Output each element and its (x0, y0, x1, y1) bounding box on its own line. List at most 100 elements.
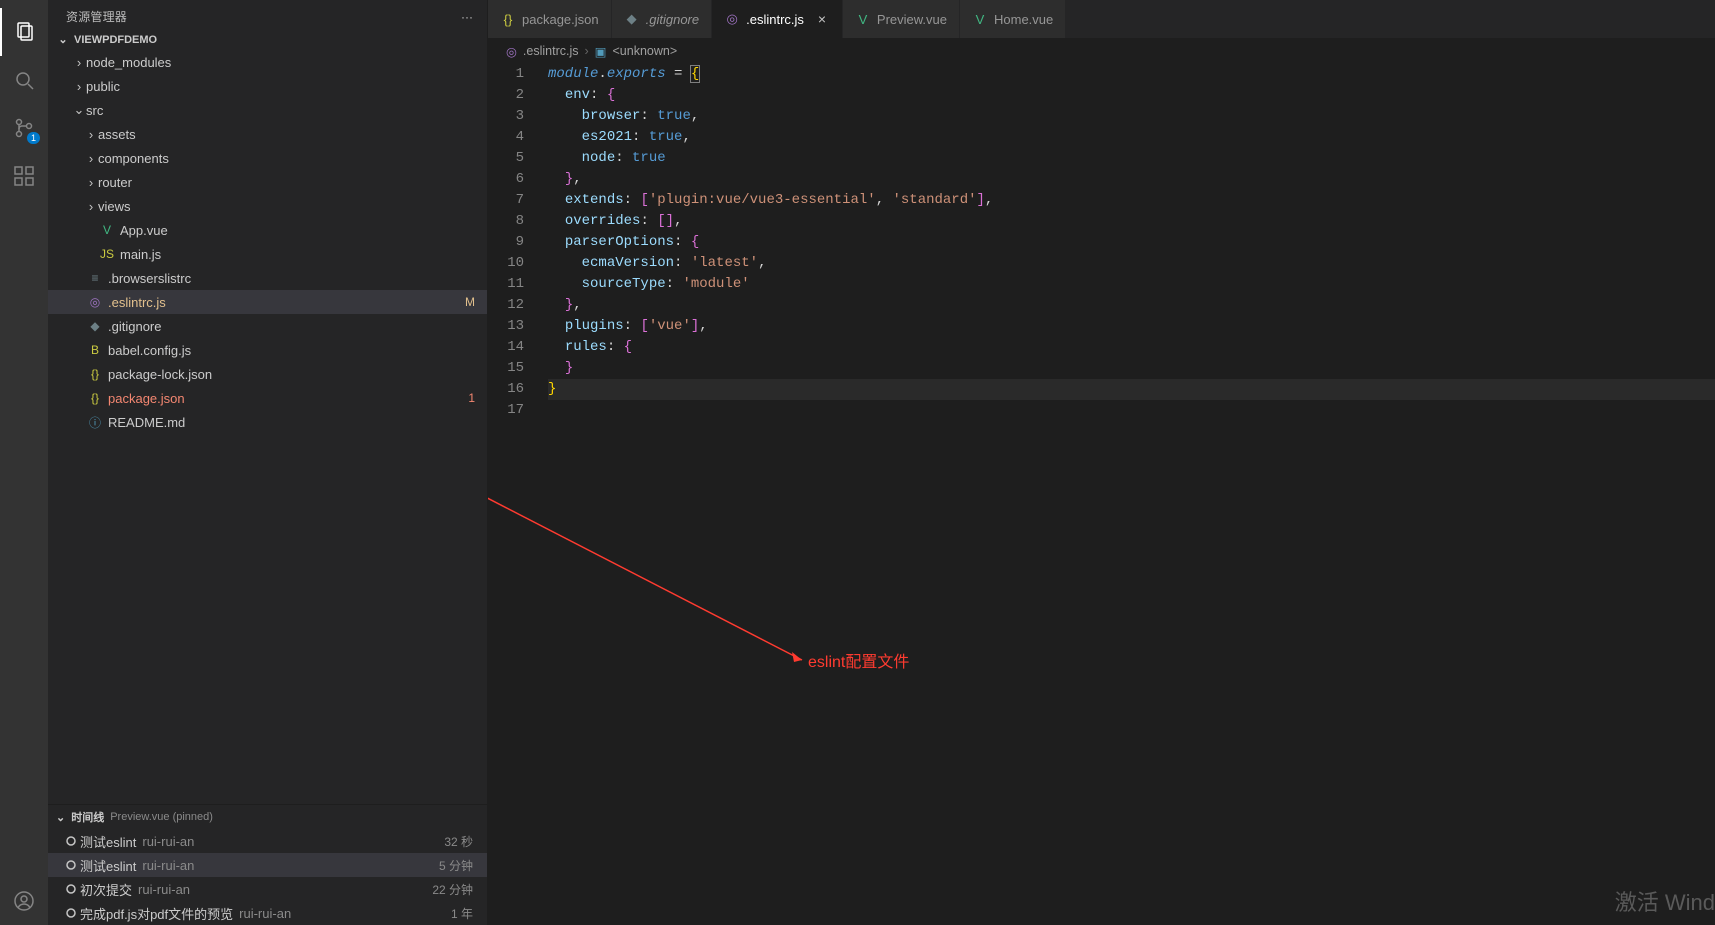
code-line: node: true (548, 148, 1715, 169)
git-decoration: M (465, 295, 475, 309)
folder-row[interactable]: ›node_modules (48, 50, 487, 74)
timeline-title: 时间线 (71, 809, 104, 825)
file-row[interactable]: JSmain.js (48, 242, 487, 266)
folder-row[interactable]: ⌄src (48, 98, 487, 122)
file-row[interactable]: ≡.browserslistrc (48, 266, 487, 290)
tab-label: Home.vue (994, 12, 1053, 27)
sidebar-title: 资源管理器 (66, 8, 127, 25)
timeline-list: 测试eslintrui-rui-an32 秒测试eslintrui-rui-an… (48, 829, 487, 925)
tree-label: .eslintrc.js (108, 295, 487, 310)
commit-msg: 测试eslint (80, 832, 136, 851)
watermark: 激活 Wind (1615, 885, 1715, 917)
tree-label: README.md (108, 415, 487, 430)
commit-msg: 完成pdf.js对pdf文件的预览 (80, 904, 233, 923)
breadcrumbs[interactable]: ◎ .eslintrc.js › ▣ <unknown> (488, 38, 1715, 64)
line-number: 17 (488, 400, 534, 421)
line-number: 1 (488, 64, 534, 85)
editor-tab[interactable]: V Home.vue (960, 0, 1066, 38)
folder-row[interactable]: ›public (48, 74, 487, 98)
breadcrumb-separator: › (585, 44, 589, 58)
explorer-icon[interactable] (0, 8, 48, 56)
line-gutter: 1234567891011121314151617 (488, 64, 534, 421)
code-line: env: { (548, 85, 1715, 106)
code-line: ecmaVersion: 'latest', (548, 253, 1715, 274)
file-row[interactable]: VApp.vue (48, 218, 487, 242)
editor-tab[interactable]: ◎.eslintrc.js× (712, 0, 843, 38)
timeline-header[interactable]: ⌄ 时间线 Preview.vue (pinned) (48, 804, 487, 829)
search-icon[interactable] (0, 56, 48, 104)
accounts-icon[interactable] (0, 877, 48, 925)
editor-tab[interactable]: V Preview.vue (843, 0, 960, 38)
chevron-right-icon: › (72, 55, 86, 70)
timeline-item[interactable]: 初次提交rui-rui-an22 分钟 (48, 877, 487, 901)
file-row[interactable]: Bbabel.config.js (48, 338, 487, 362)
tab-label: Preview.vue (877, 12, 947, 27)
line-number: 2 (488, 85, 534, 106)
tree-label: assets (98, 127, 487, 142)
tree-label: public (86, 79, 487, 94)
file-row[interactable]: {} package-lock.json (48, 362, 487, 386)
code-line: plugins: ['vue'], (548, 316, 1715, 337)
timeline-item[interactable]: 测试eslintrui-rui-an5 分钟 (48, 853, 487, 877)
code-line: }, (548, 169, 1715, 190)
commit-icon (62, 859, 80, 871)
chevron-right-icon: › (84, 127, 98, 142)
editor-tab[interactable]: {}package.json (488, 0, 612, 38)
annotation-label: eslint配置文件 (808, 648, 909, 672)
tree-label: babel.config.js (108, 343, 487, 358)
project-title[interactable]: ⌄ VIEWPDFDEMO (48, 29, 487, 50)
tab-label: .eslintrc.js (746, 12, 804, 27)
tree-label: src (86, 103, 487, 118)
folder-row[interactable]: ›views (48, 194, 487, 218)
file-icon: V (972, 12, 988, 27)
commit-time: 1 年 (451, 905, 473, 922)
commit-msg: 初次提交 (80, 880, 132, 899)
sidebar-header: 资源管理器 ··· (48, 0, 487, 29)
line-number: 5 (488, 148, 534, 169)
file-icon: ◎ (86, 295, 104, 309)
commit-icon (62, 883, 80, 895)
git-decoration: 1 (468, 391, 475, 405)
tree-label: components (98, 151, 487, 166)
code-line: browser: true, (548, 106, 1715, 127)
editor-tab[interactable]: ◆.gitignore (612, 0, 712, 38)
file-icon: {} (86, 367, 104, 381)
line-number: 6 (488, 169, 534, 190)
chevron-down-icon: ⌄ (56, 33, 70, 46)
tree-label: node_modules (86, 55, 487, 70)
extensions-icon[interactable] (0, 152, 48, 200)
file-icon: V (855, 12, 871, 27)
folder-row[interactable]: ›assets (48, 122, 487, 146)
line-number: 16 (488, 379, 534, 400)
file-row[interactable]: ◎ .eslintrc.jsM (48, 290, 487, 314)
close-icon[interactable]: × (814, 11, 830, 27)
file-icon: {} (86, 391, 104, 405)
file-row[interactable]: ◆.gitignore (48, 314, 487, 338)
more-actions-icon[interactable]: ··· (461, 10, 473, 24)
line-number: 11 (488, 274, 534, 295)
line-number: 9 (488, 232, 534, 253)
timeline-item[interactable]: 完成pdf.js对pdf文件的预览rui-rui-an1 年 (48, 901, 487, 925)
commit-author: rui-rui-an (142, 858, 194, 873)
commit-icon (62, 907, 80, 919)
source-control-icon[interactable]: 1 (0, 104, 48, 152)
editor-tabs: {}package.json◆.gitignore◎.eslintrc.js×V… (488, 0, 1715, 38)
code-line: parserOptions: { (548, 232, 1715, 253)
code-line: extends: ['plugin:vue/vue3-essential', '… (548, 190, 1715, 211)
tree-label: .gitignore (108, 319, 487, 334)
activity-bar: 1 (0, 0, 48, 925)
line-number: 14 (488, 337, 534, 358)
code-editor[interactable]: 1234567891011121314151617 module.exports… (488, 64, 1715, 925)
timeline-item[interactable]: 测试eslintrui-rui-an32 秒 (48, 829, 487, 853)
commit-time: 22 分钟 (432, 881, 473, 898)
file-row[interactable]: ⓘREADME.md (48, 410, 487, 434)
folder-row[interactable]: ›router (48, 170, 487, 194)
line-number: 4 (488, 127, 534, 148)
line-number: 12 (488, 295, 534, 316)
file-tree: ›node_modules›public⌄src›assets›componen… (48, 50, 487, 804)
file-row[interactable]: {}package.json1 (48, 386, 487, 410)
code-line: module.exports = { (548, 64, 1715, 85)
folder-row[interactable]: ›components (48, 146, 487, 170)
chevron-right-icon: › (84, 151, 98, 166)
tree-label: package-lock.json (108, 367, 487, 382)
